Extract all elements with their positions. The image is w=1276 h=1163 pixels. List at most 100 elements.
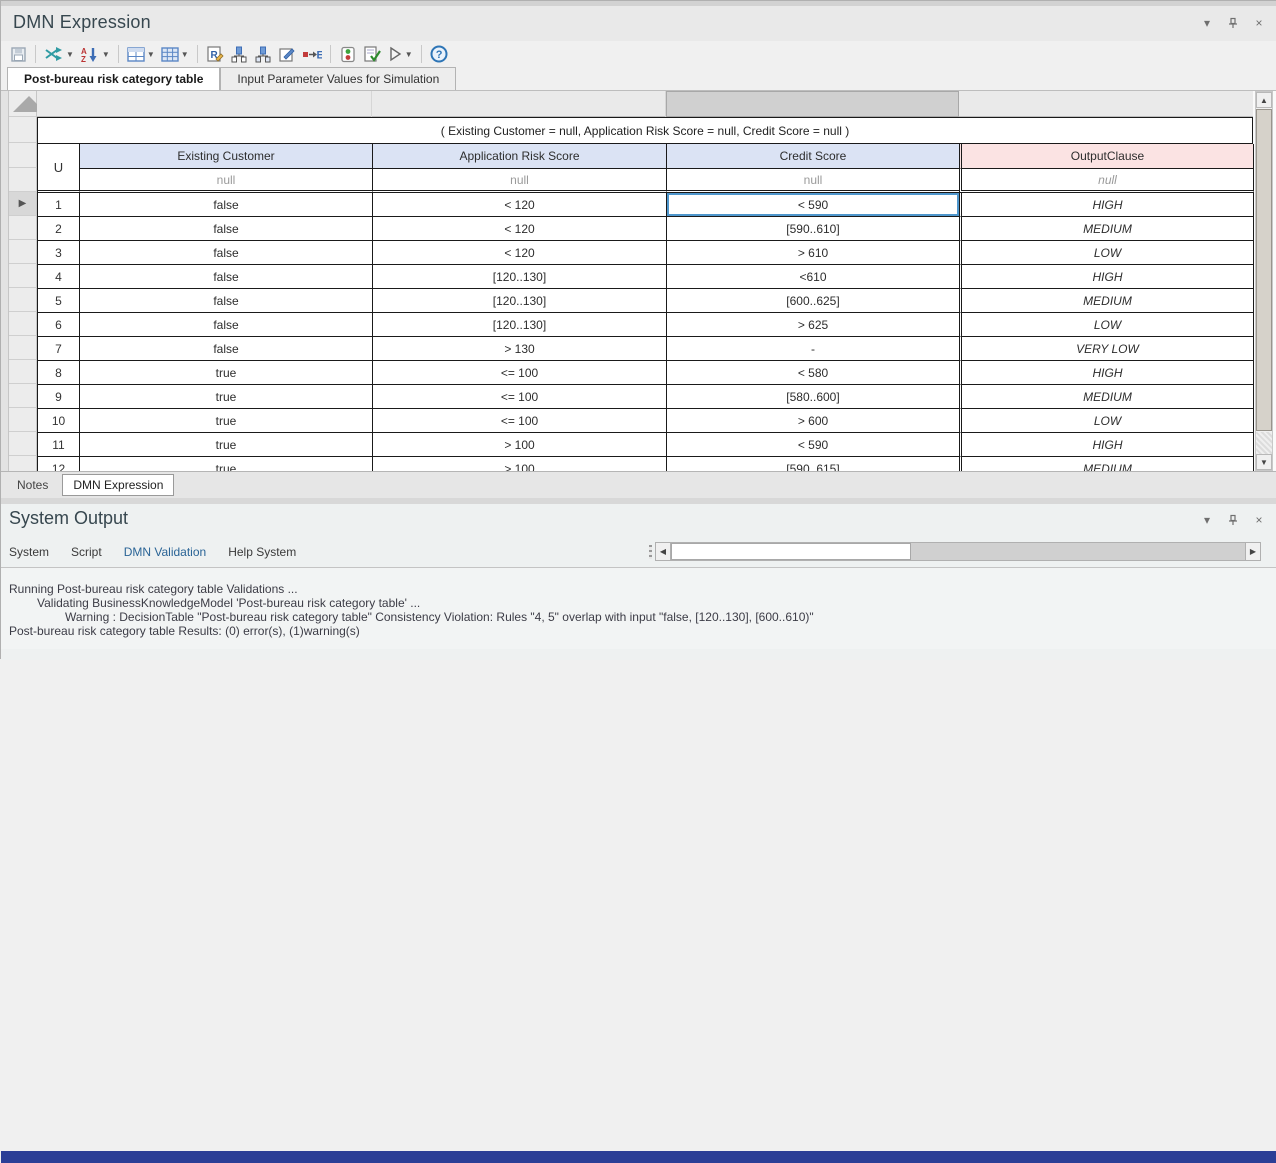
rule-cell[interactable]: HIGH	[959, 265, 1254, 289]
grid-style-caret-icon[interactable]: ▼	[181, 50, 189, 59]
column-header-credit-score[interactable]: Credit Score	[667, 144, 960, 169]
gutter-cell[interactable]	[9, 408, 37, 432]
vertical-scrollbar[interactable]: ▲ ▼	[1255, 91, 1273, 471]
insert-output-column-button[interactable]	[251, 43, 275, 65]
rule-cell[interactable]: [590..615]	[667, 457, 960, 471]
rule-cell[interactable]: VERY LOW	[959, 337, 1254, 361]
scroll-up-icon[interactable]: ▲	[1256, 92, 1272, 108]
rule-cell[interactable]: false	[80, 265, 373, 289]
auto-arrange-caret-icon[interactable]: ▼	[66, 50, 74, 59]
rule-cell[interactable]: <610	[667, 265, 960, 289]
sort-caret-icon[interactable]: ▼	[102, 50, 110, 59]
column-header-output-clause[interactable]: OutputClause	[959, 144, 1254, 169]
gutter-cell[interactable]	[9, 384, 37, 408]
rule-number-cell[interactable]: 8	[38, 361, 80, 385]
table-style-caret-icon[interactable]: ▼	[147, 50, 155, 59]
rule-cell[interactable]: < 120	[373, 217, 667, 241]
gutter-cell[interactable]	[9, 117, 37, 143]
rule-number-cell[interactable]: 6	[38, 313, 80, 337]
current-row-indicator[interactable]: ▶	[9, 192, 37, 216]
run-simulation-button[interactable]: ▼	[384, 43, 416, 65]
rule-cell[interactable]: true	[80, 385, 373, 409]
column-header-application-risk-score[interactable]: Application Risk Score	[373, 144, 667, 169]
column-header-existing-customer[interactable]: Existing Customer	[80, 144, 373, 169]
signature-row[interactable]: ( Existing Customer = null, Application …	[37, 117, 1253, 143]
rule-cell[interactable]: <= 100	[373, 361, 667, 385]
gutter-cell[interactable]	[9, 143, 37, 168]
rule-number-cell[interactable]: 3	[38, 241, 80, 265]
gutter-cell[interactable]	[9, 168, 37, 192]
rule-cell[interactable]: LOW	[959, 241, 1254, 265]
rule-cell[interactable]: LOW	[959, 313, 1254, 337]
run-caret-icon[interactable]: ▼	[405, 50, 413, 59]
rule-cell[interactable]: false	[80, 217, 373, 241]
rule-cell[interactable]: > 130	[373, 337, 667, 361]
band-segment[interactable]	[37, 91, 372, 117]
validation-output-log[interactable]: Running Post-bureau risk category table …	[1, 567, 1276, 649]
rule-number-cell[interactable]: 12	[38, 457, 80, 471]
rule-cell[interactable]: HIGH	[959, 361, 1254, 385]
rule-number-cell[interactable]: 10	[38, 409, 80, 433]
rule-cell[interactable]: false	[80, 241, 373, 265]
insert-input-column-button[interactable]	[227, 43, 251, 65]
rule-number-cell[interactable]: 7	[38, 337, 80, 361]
rule-cell[interactable]: HIGH	[959, 193, 1254, 217]
rule-cell[interactable]: false	[80, 193, 373, 217]
table-style-button[interactable]: ▼	[124, 43, 158, 65]
default-value-cell[interactable]: null	[959, 169, 1254, 193]
rule-cell[interactable]: HIGH	[959, 433, 1254, 457]
band-segment-selected-column[interactable]	[666, 91, 959, 117]
gutter-cell[interactable]	[9, 288, 37, 312]
rule-cell[interactable]: > 610	[667, 241, 960, 265]
horizontal-scrollbar[interactable]: ◀ ▶	[649, 542, 1261, 561]
rule-cell[interactable]: <= 100	[373, 409, 667, 433]
scroll-down-icon[interactable]: ▼	[1256, 454, 1272, 470]
io-parameters-button[interactable]	[336, 43, 360, 65]
gutter-cell[interactable]	[9, 216, 37, 240]
rule-cell[interactable]: MEDIUM	[959, 457, 1254, 471]
hit-policy-cell[interactable]: U	[38, 144, 80, 193]
gutter-cell[interactable]	[9, 360, 37, 384]
horizontal-scrollbar-thumb[interactable]	[671, 543, 911, 560]
rule-cell[interactable]: <= 100	[373, 385, 667, 409]
horizontal-scrollbar-track[interactable]	[671, 542, 1245, 561]
scroll-right-icon[interactable]: ▶	[1245, 542, 1261, 561]
close-icon[interactable]: ×	[1251, 15, 1267, 31]
tab-input-parameter-values[interactable]: Input Parameter Values for Simulation	[220, 67, 456, 90]
rule-cell[interactable]: < 590	[667, 193, 960, 217]
rule-number-cell[interactable]: 2	[38, 217, 80, 241]
vertical-scrollbar-thumb[interactable]	[1256, 109, 1272, 431]
rule-cell[interactable]: true	[80, 433, 373, 457]
tab-dmn-expression[interactable]: DMN Expression	[62, 474, 174, 496]
pin-icon[interactable]	[1225, 15, 1241, 31]
rule-cell[interactable]: MEDIUM	[959, 385, 1254, 409]
rule-cell[interactable]: true	[80, 457, 373, 471]
rule-cell[interactable]: [600..625]	[667, 289, 960, 313]
map-to-expression-button[interactable]: E	[299, 43, 325, 65]
output-menu-dropdown-icon[interactable]: ▾	[1199, 512, 1215, 528]
rule-number-cell[interactable]: 4	[38, 265, 80, 289]
rule-cell[interactable]: < 120	[373, 241, 667, 265]
rule-cell[interactable]: [120..130]	[373, 265, 667, 289]
help-button[interactable]: ?	[427, 43, 451, 65]
rule-number-cell[interactable]: 1	[38, 193, 80, 217]
default-value-cell[interactable]: null	[80, 169, 373, 193]
rule-cell[interactable]: LOW	[959, 409, 1254, 433]
rule-cell[interactable]: false	[80, 289, 373, 313]
rule-cell[interactable]: [580..600]	[667, 385, 960, 409]
band-segment[interactable]	[959, 91, 1253, 117]
rule-cell[interactable]: [120..130]	[373, 289, 667, 313]
default-value-cell[interactable]: null	[373, 169, 667, 193]
rule-cell[interactable]: MEDIUM	[959, 217, 1254, 241]
rule-cell[interactable]: false	[80, 313, 373, 337]
rule-cell[interactable]: < 580	[667, 361, 960, 385]
default-value-cell[interactable]: null	[667, 169, 960, 193]
rule-number-cell[interactable]: 9	[38, 385, 80, 409]
band-segment[interactable]	[372, 91, 666, 117]
rule-cell[interactable]: > 625	[667, 313, 960, 337]
select-all-corner[interactable]	[9, 91, 37, 117]
scroll-left-icon[interactable]: ◀	[655, 542, 671, 561]
gutter-cell[interactable]	[9, 240, 37, 264]
output-close-icon[interactable]: ×	[1251, 512, 1267, 528]
vertical-scrollbar-track[interactable]	[1256, 432, 1272, 456]
